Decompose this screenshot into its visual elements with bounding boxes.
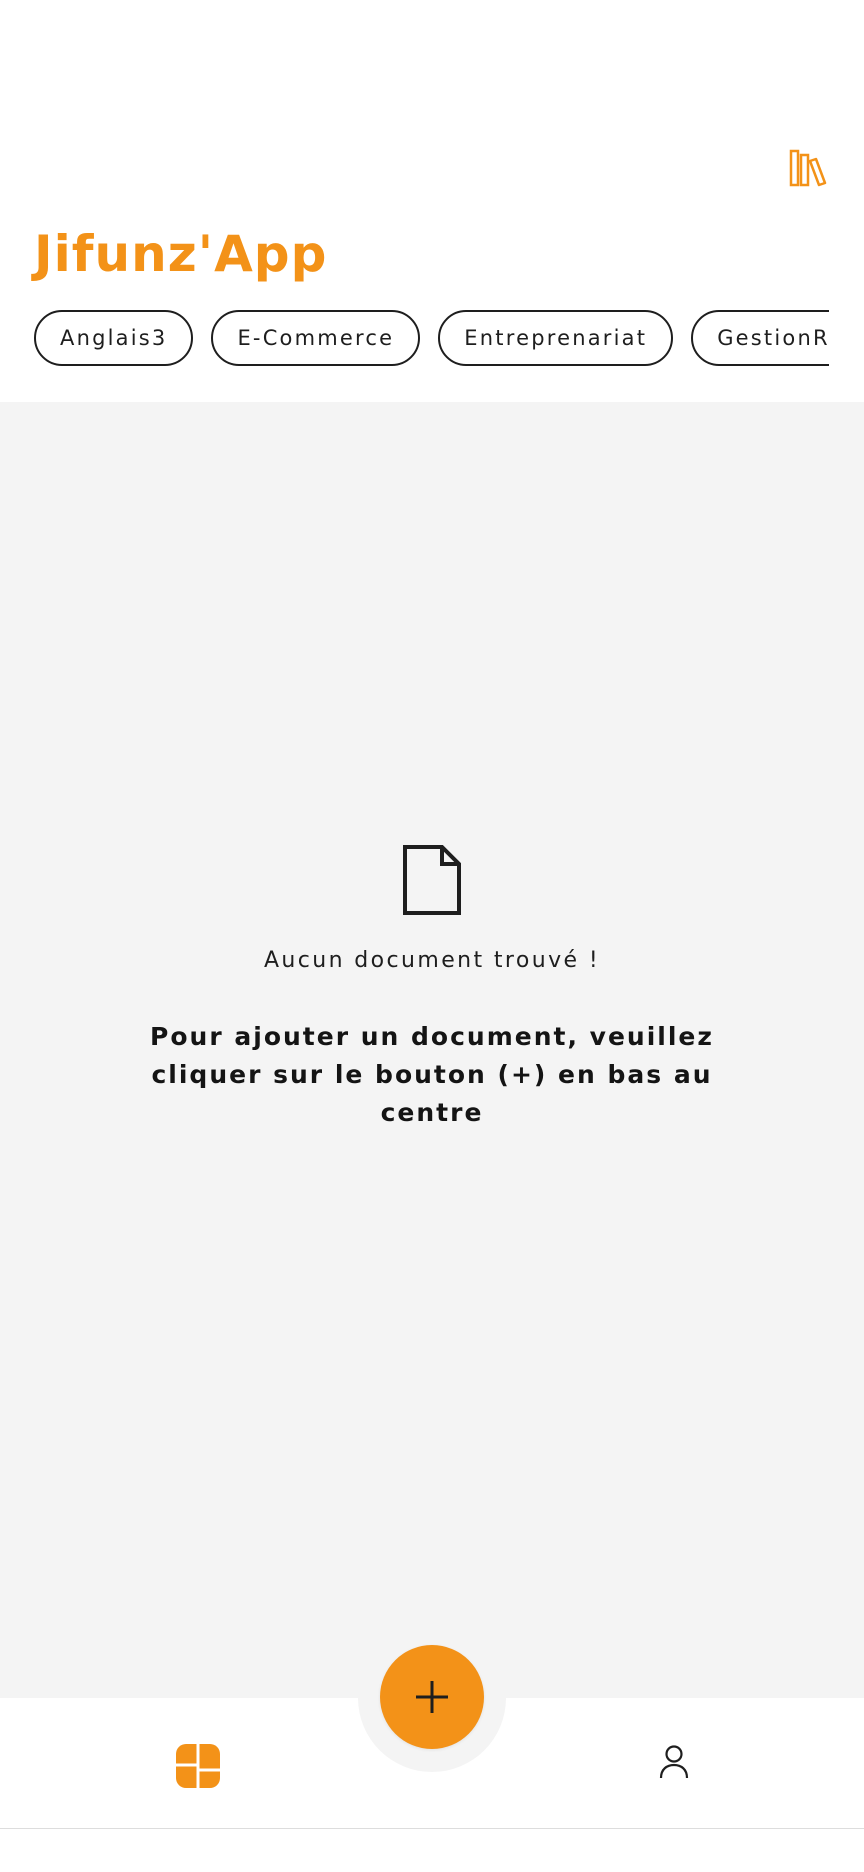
document-list-area: Aucun document trouvé ! Pour ajouter un … (0, 402, 864, 1698)
app-header: Jifunz'App Anglais3 E-Commerce Entreprenar… (0, 0, 864, 402)
dashboard-icon (176, 1744, 220, 1788)
app-title: Jifunz'App (34, 225, 328, 283)
document-icon (403, 845, 461, 915)
empty-state-icon-wrap (400, 844, 464, 916)
category-chip[interactable]: Entreprenariat (438, 310, 674, 366)
library-button[interactable] (780, 140, 836, 196)
plus-icon (416, 1681, 448, 1713)
user-icon (659, 1745, 689, 1779)
system-bottom-area (0, 1829, 864, 1872)
library-books-icon (789, 149, 827, 187)
empty-state-hint: Pour ajouter un document, veuillez cliqu… (150, 1022, 714, 1127)
nav-profile-tab[interactable] (652, 1740, 696, 1784)
category-chip[interactable]: Anglais3 (34, 310, 194, 366)
nav-dashboard-tab[interactable] (172, 1740, 224, 1792)
empty-state-title: Aucun document trouvé ! (263, 948, 601, 973)
category-chip[interactable]: GestionR (691, 310, 829, 366)
screen: Jifunz'App Anglais3 E-Commerce Entreprenar… (0, 0, 864, 1872)
add-document-button[interactable] (380, 1645, 484, 1749)
category-chip-list[interactable]: Anglais3 E-Commerce Entreprenariat GestionR (34, 310, 829, 366)
category-chip[interactable]: E-Commerce (211, 310, 421, 366)
